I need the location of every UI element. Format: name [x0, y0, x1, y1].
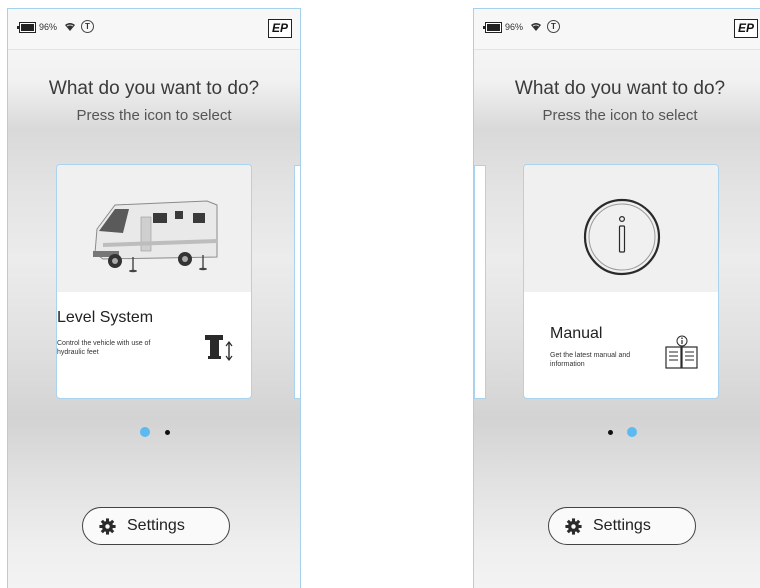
phone-screen-manual: 96% T EP What do you want to do? Press t…	[473, 8, 760, 588]
wifi-icon	[531, 23, 541, 31]
card-manual[interactable]: Manual Get the latest manual and informa…	[523, 164, 719, 399]
status-bar: 96% T EP	[8, 9, 300, 50]
next-card-peek[interactable]	[294, 165, 300, 399]
card-description: Control the vehicle with use of hydrauli…	[57, 340, 151, 356]
hydraulic-foot-icon	[205, 335, 233, 361]
ep-logo: EP	[268, 19, 292, 38]
page-indicator-dot-active[interactable]	[627, 427, 637, 437]
settings-label: Settings	[593, 517, 651, 534]
gear-icon	[99, 518, 116, 535]
phone-screen-level-system: 96% T EP What do you want to do? Press t…	[7, 8, 301, 588]
wifi-icon	[65, 23, 75, 31]
gear-icon	[565, 518, 582, 535]
card-title: Level System	[57, 309, 154, 326]
page-subtitle: Press the icon to select	[542, 107, 698, 124]
page-subtitle: Press the icon to select	[76, 107, 232, 124]
t-status-icon: T	[547, 20, 560, 33]
page-indicator-dot-active[interactable]	[140, 427, 150, 437]
card-description: Get the latest manual and information	[550, 352, 631, 368]
ep-logo: EP	[734, 19, 758, 38]
info-circle-icon	[583, 198, 661, 276]
settings-button[interactable]: Settings	[82, 507, 230, 545]
card-image-area	[524, 165, 718, 292]
page-title: What do you want to do?	[514, 78, 726, 99]
manual-book-icon	[665, 335, 698, 369]
motorhome-image	[93, 200, 218, 273]
settings-label: Settings	[127, 517, 185, 534]
battery-icon	[483, 22, 502, 33]
previous-card-peek[interactable]	[474, 165, 486, 399]
page-title: What do you want to do?	[48, 78, 260, 99]
card-title: Manual	[550, 325, 603, 342]
battery-percentage: 96%	[505, 22, 524, 32]
battery-percentage: 96%	[39, 22, 58, 32]
page-indicator-dot[interactable]	[608, 430, 613, 435]
status-bar: 96% T EP	[474, 9, 760, 50]
card-image-area	[57, 165, 251, 292]
card-level-system[interactable]: Level System Control the vehicle with us…	[56, 164, 252, 399]
settings-button[interactable]: Settings	[548, 507, 696, 545]
t-status-icon: T	[81, 20, 94, 33]
battery-icon	[17, 22, 36, 33]
page-indicator-dot[interactable]	[165, 430, 170, 435]
